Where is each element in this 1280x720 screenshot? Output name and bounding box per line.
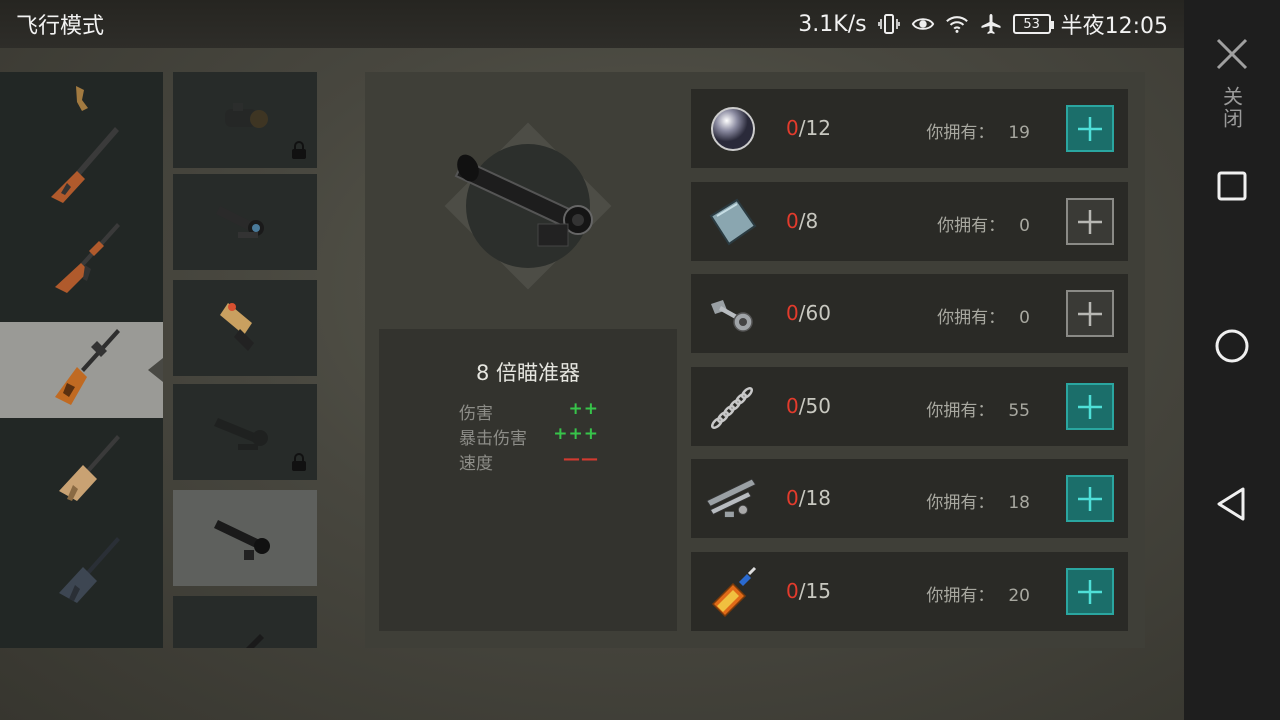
stat-label: 伤害 [459, 404, 493, 424]
ak-rifle-icon [54, 223, 120, 293]
back-button[interactable] [1210, 482, 1254, 526]
svd-rifle-icon [54, 329, 120, 405]
plus-icon [1078, 486, 1102, 511]
clock: 半夜12:05 [1060, 14, 1168, 39]
8x-scope-preview-icon [444, 122, 612, 290]
grip-icon [246, 634, 264, 648]
airplane-icon [979, 12, 1003, 36]
lock-icon [292, 453, 306, 471]
stat-label: 速度 [459, 454, 493, 474]
item-preview [428, 106, 628, 306]
scope-item-5[interactable] [173, 596, 317, 648]
stat-value: —— [563, 449, 599, 469]
pistol-icon [75, 86, 88, 111]
scar-rifle-icon [58, 435, 120, 501]
home-icon [1215, 329, 1249, 363]
material-own: 你拥有： 19 [926, 123, 1030, 143]
add-metal-plate-button[interactable] [1066, 198, 1114, 245]
material-count: 0/15 [786, 579, 831, 603]
add-gun-parts-button[interactable] [1066, 475, 1114, 522]
stat-row-speed: 速度 —— [459, 449, 599, 474]
net-speed: 3.1K/s [798, 11, 867, 37]
status-bar: 飞行模式 3.1K/s 53 半夜12:05 [0, 0, 1184, 48]
material-count: 0/12 [786, 116, 831, 140]
material-row-spring: 0/50 你拥有： 55 [691, 367, 1128, 446]
close-button[interactable] [1212, 34, 1252, 74]
red-dot-scope-icon [225, 103, 268, 128]
weapon-list [0, 72, 163, 648]
item-name: 8 倍瞄准器 [475, 361, 581, 385]
acog-scope-icon [216, 206, 264, 238]
stat-label: 暴击伤害 [459, 429, 527, 449]
plus-icon [1078, 209, 1102, 234]
material-row-lens: 0/12 你拥有： 19 [691, 89, 1128, 168]
stat-row-damage: 伤害 ++ [459, 399, 599, 424]
plus-icon [1078, 579, 1102, 604]
material-own: 你拥有： 0 [937, 216, 1030, 236]
weapon-item-svd-rifle[interactable] [0, 322, 163, 418]
material-row-metal-plate: 0/8 你拥有： 0 [691, 182, 1128, 261]
scope-list [172, 72, 318, 648]
add-spring-button[interactable] [1066, 383, 1114, 430]
stat-row-crit-damage: 暴击伤害 +++ [459, 424, 599, 449]
battery-icon: 53 [1012, 14, 1054, 34]
lens-icon [705, 101, 761, 157]
scope-item-4[interactable] [173, 490, 317, 586]
navigation-bar: 关闭 [1184, 0, 1280, 720]
material-row-glue: 0/15 你拥有： 20 [691, 552, 1128, 631]
plus-icon [1078, 394, 1102, 419]
recent-apps-button[interactable] [1210, 164, 1254, 208]
item-info-box: 8 倍瞄准器 伤害 ++ 暴击伤害 +++ 速度 —— [379, 329, 677, 631]
weapon-item-lever-rifle[interactable] [0, 120, 163, 216]
status-right: 3.1K/s 53 半夜12:05 [798, 8, 1168, 40]
spring-icon [705, 379, 761, 435]
recent-apps-icon [1217, 171, 1247, 201]
close-icon [1216, 38, 1248, 70]
lever-rifle-icon [50, 127, 119, 203]
vibrate-icon [877, 12, 901, 36]
add-bolt-nut-button[interactable] [1066, 290, 1114, 337]
selection-arrow [148, 358, 163, 382]
scope-item-3[interactable] [173, 384, 317, 480]
stat-value: ++ [568, 399, 599, 419]
add-glue-button[interactable] [1066, 568, 1114, 615]
plus-icon [1078, 301, 1102, 326]
lock-icon [292, 141, 306, 159]
material-count: 0/50 [786, 394, 831, 418]
weapon-item-ak-rifle[interactable] [0, 216, 163, 312]
m4-rifle-icon [58, 537, 120, 603]
material-count: 0/60 [786, 301, 831, 325]
scope-item-0[interactable] [173, 72, 317, 168]
8x-scope-icon [214, 520, 270, 560]
material-own: 你拥有： 55 [926, 401, 1030, 421]
material-own: 你拥有： 18 [926, 493, 1030, 513]
metal-plate-icon [705, 194, 761, 250]
weapon-item-pistol[interactable] [0, 72, 163, 120]
material-count: 0/18 [786, 486, 831, 510]
rifle-scope-icon [214, 418, 268, 450]
material-row-bolt-nut: 0/60 你拥有： 0 [691, 274, 1128, 353]
glue-icon [705, 564, 761, 620]
add-lens-button[interactable] [1066, 105, 1114, 152]
plus-icon [1078, 116, 1102, 141]
back-icon [1217, 487, 1245, 521]
material-own: 你拥有： 0 [937, 308, 1030, 328]
holo-sight-icon [220, 303, 254, 351]
scope-item-1[interactable] [173, 174, 317, 270]
eye-icon [911, 12, 935, 36]
status-mode: 飞行模式 [16, 14, 105, 39]
material-row-gun-parts: 0/18 你拥有： 18 [691, 459, 1128, 538]
material-count: 0/8 [786, 209, 819, 233]
bolt-nut-icon [705, 286, 761, 342]
weapon-item-m4-rifle[interactable] [0, 528, 163, 624]
weapon-item-scar-rifle[interactable] [0, 426, 163, 522]
scope-item-2[interactable] [173, 280, 317, 376]
gun-parts-icon [705, 471, 761, 527]
wifi-icon [945, 12, 969, 36]
close-label: 关闭 [1219, 86, 1244, 130]
material-own: 你拥有： 20 [926, 586, 1030, 606]
home-button[interactable] [1210, 324, 1254, 368]
stat-value: +++ [553, 424, 599, 444]
